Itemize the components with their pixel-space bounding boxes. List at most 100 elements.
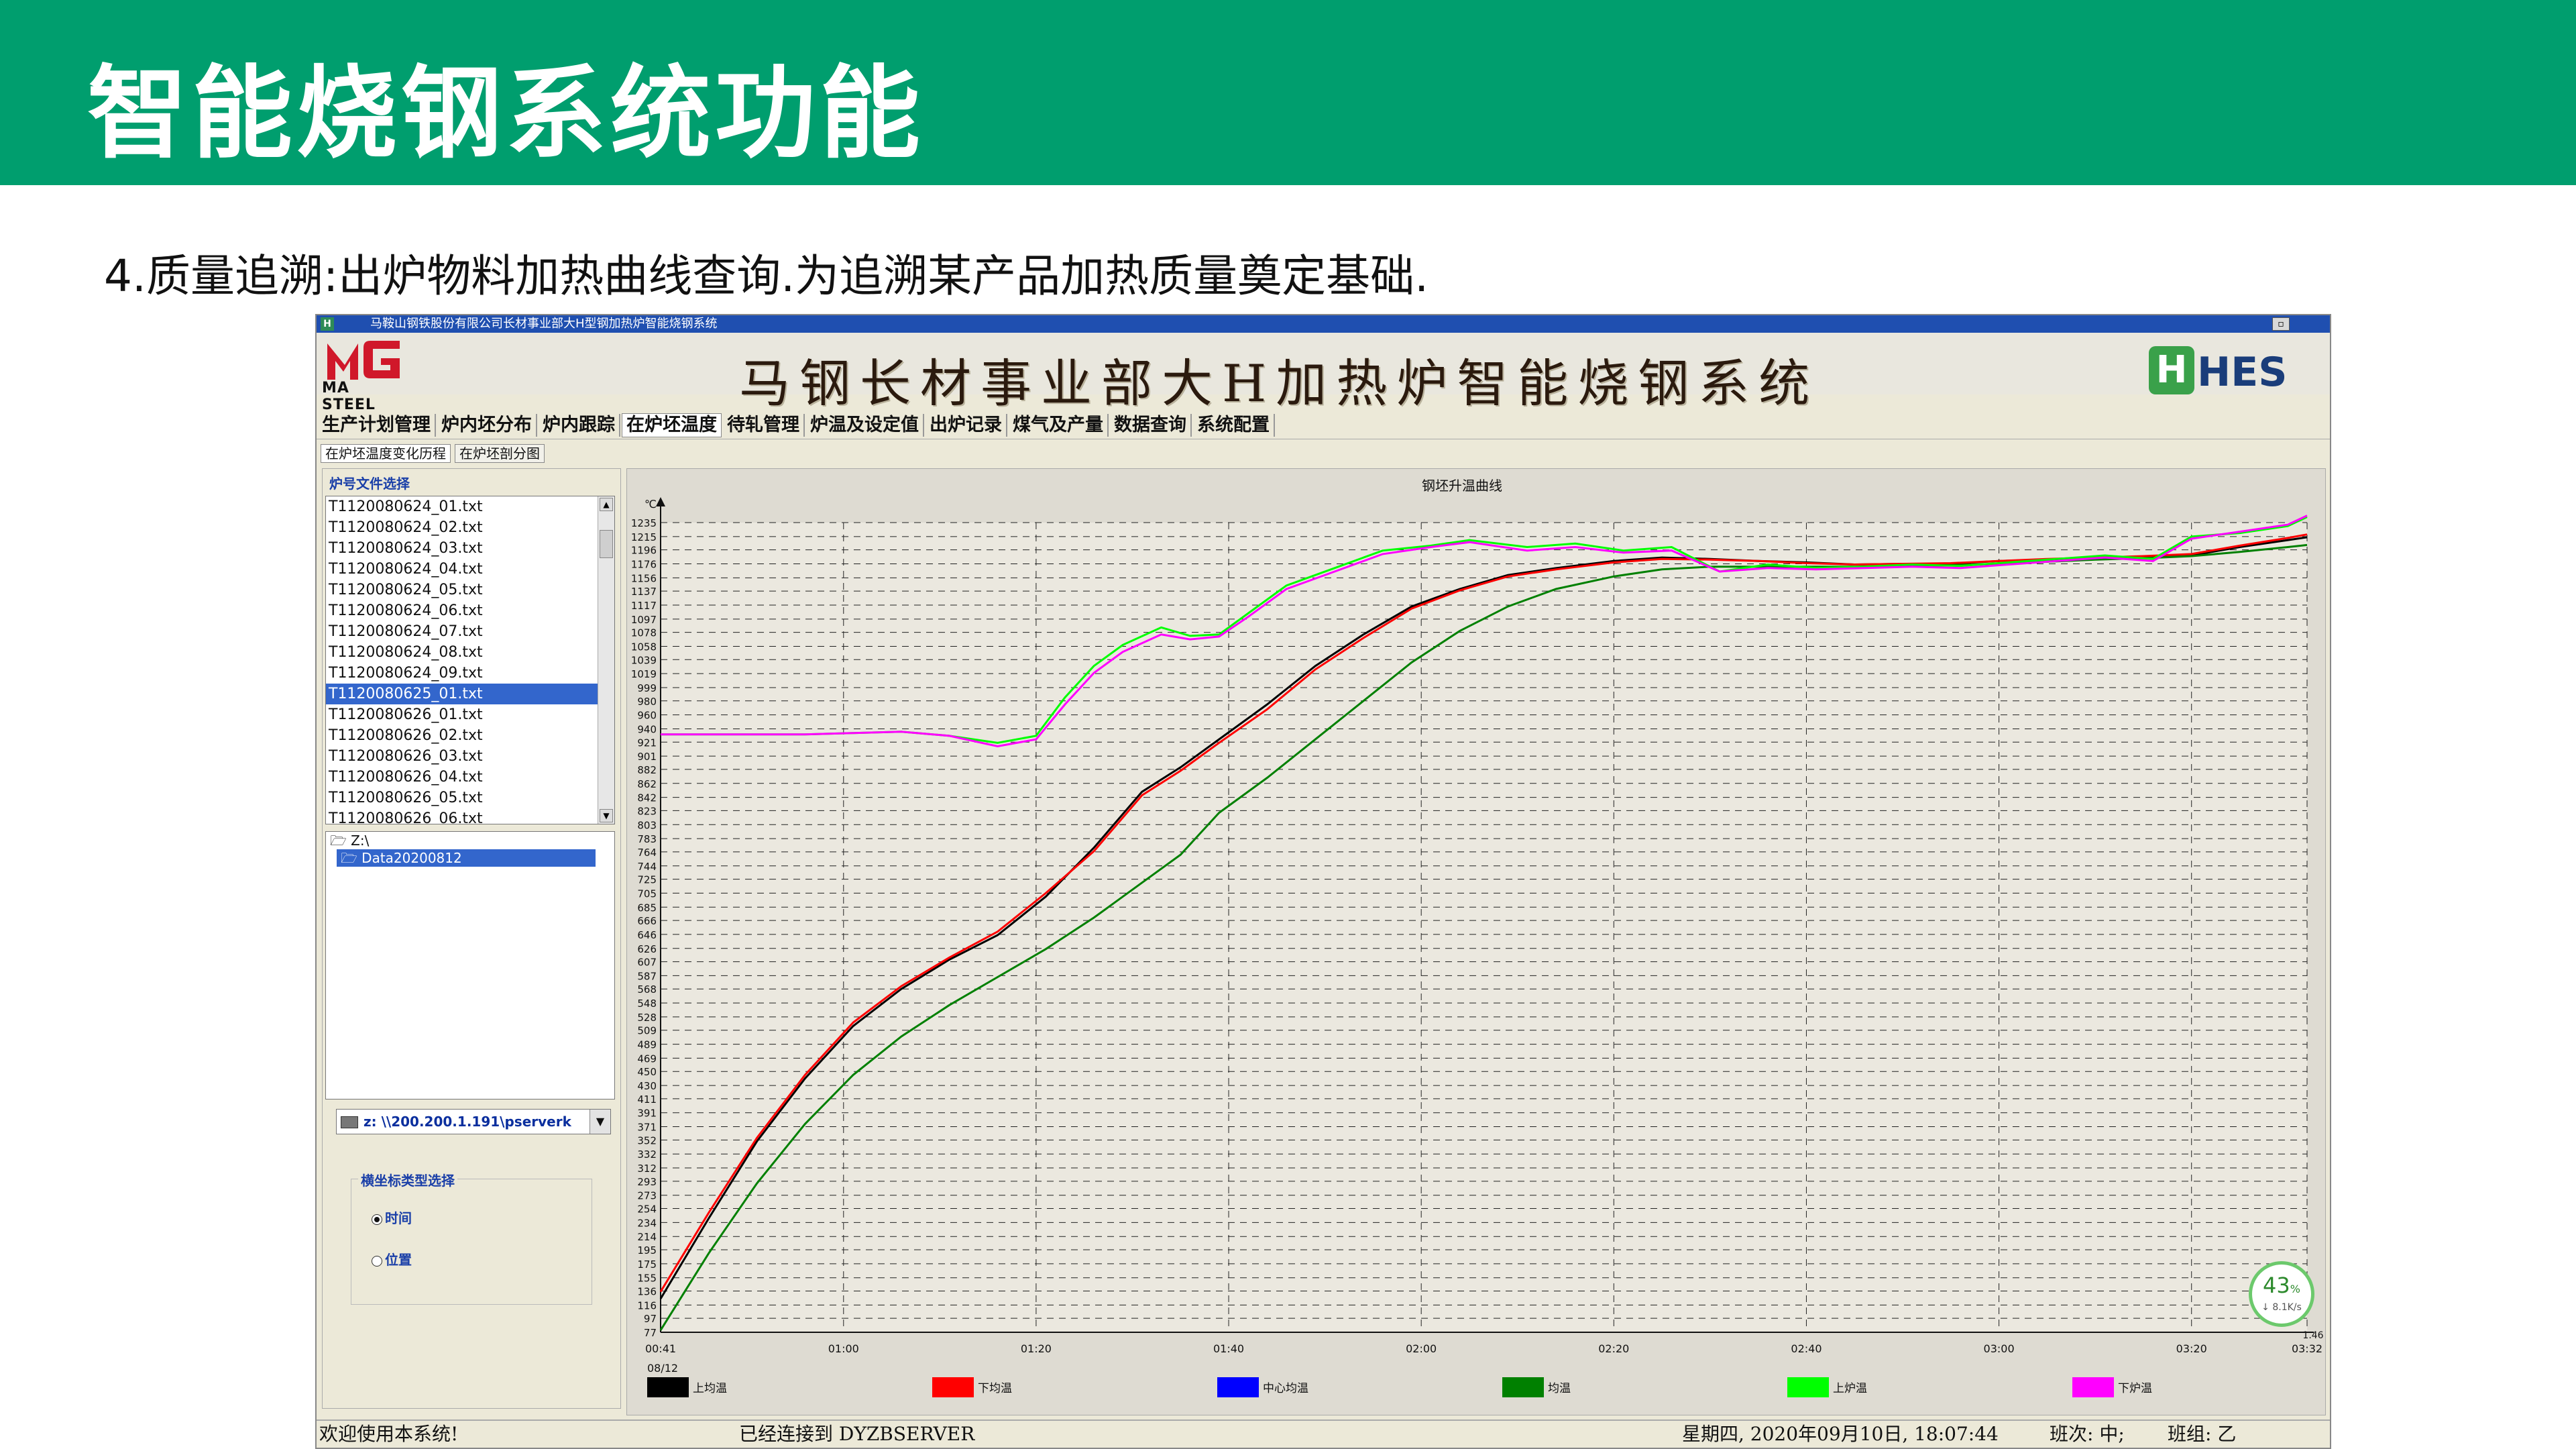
- list-item[interactable]: T1120080624_09.txt: [326, 663, 598, 684]
- y-tick-label: 528: [637, 1012, 657, 1024]
- network-drive-icon: [341, 1116, 358, 1128]
- legend-label: 下均温: [978, 1382, 1012, 1395]
- menu-rolling-wait[interactable]: 待轧管理: [723, 414, 805, 437]
- y-tick-label: 901: [637, 751, 657, 763]
- network-percent-value: 43: [2263, 1273, 2290, 1298]
- list-item[interactable]: T1120080626_05.txt: [326, 788, 598, 808]
- y-tick-label: 568: [637, 983, 657, 996]
- tab-temperature-history[interactable]: 在炉坯温度变化历程: [321, 444, 451, 463]
- menu-billet-temperature[interactable]: 在炉坯温度: [622, 413, 722, 437]
- drive-select[interactable]: z: \\200.200.1.191\pserverk ▼: [336, 1109, 611, 1134]
- temperature-chart: 钢坯升温曲线 ℃ 7797116136155175195214234254273…: [627, 469, 2325, 1415]
- x-tick-label: 03:00: [1984, 1342, 2015, 1355]
- folder-item-root[interactable]: 🗁 Z:\: [326, 832, 614, 849]
- status-shift: 班次: 中;: [2050, 1423, 2125, 1445]
- menu-discharge-records[interactable]: 出炉记录: [926, 414, 1007, 437]
- folder-open-icon: 🗁: [341, 850, 362, 866]
- chart-title: 钢坯升温曲线: [1422, 478, 1502, 494]
- menu-furnace-setpoints[interactable]: 炉温及设定值: [806, 414, 924, 437]
- y-tick-label: 1097: [631, 614, 657, 626]
- list-item[interactable]: T1120080626_04.txt: [326, 767, 598, 788]
- y-tick-label: 509: [637, 1025, 657, 1037]
- axis-type-group-title: 横坐标类型选择: [358, 1170, 457, 1189]
- folder-tree[interactable]: 🗁 Z:\ 🗁 Data20200812: [325, 831, 615, 1099]
- y-tick-label: 175: [637, 1258, 657, 1271]
- masteel-logo: MA STEEL: [322, 338, 402, 413]
- y-tick-label: 1156: [631, 572, 657, 584]
- y-tick-label: 195: [637, 1244, 657, 1256]
- network-speed-widget[interactable]: 43% ↓ 8.1K/s: [2249, 1261, 2314, 1327]
- app-header: MA STEEL 马钢长材事业部大H加热炉智能烧钢系统 H HES: [317, 333, 2330, 413]
- folder-item-selected[interactable]: 🗁 Data20200812: [337, 849, 596, 867]
- plot-area: [661, 523, 2307, 1332]
- legend-swatch: [1787, 1377, 1829, 1397]
- x-tick-label: 02:40: [1791, 1342, 1822, 1355]
- list-item[interactable]: T1120080624_08.txt: [326, 642, 598, 663]
- y-tick-label: 705: [637, 888, 657, 900]
- x-tick-label: 01:40: [1213, 1342, 1244, 1355]
- y-tick-label: 293: [637, 1176, 657, 1188]
- status-welcome: 欢迎使用本系统!: [319, 1423, 459, 1445]
- scroll-thumb[interactable]: [600, 530, 613, 558]
- radio-checked-icon: [372, 1214, 382, 1225]
- window-titlebar: H 马鞍山钢铁股份有限公司长材事业部大H型钢加热炉智能烧钢系统 ▫: [317, 315, 2330, 333]
- tab-billet-section[interactable]: 在炉坯剖分图: [455, 444, 545, 463]
- chart-corner-label: 1.46: [2302, 1330, 2323, 1341]
- legend-label: 上炉温: [1833, 1382, 1867, 1395]
- radio-position[interactable]: 位置: [372, 1249, 412, 1269]
- network-percent-unit: %: [2290, 1283, 2300, 1295]
- y-tick-label: 332: [637, 1148, 657, 1161]
- y-tick-label: 607: [637, 957, 657, 969]
- slide-subtitle: 4.质量追溯:出炉物料加热曲线查询.为追溯某产品加热质量奠定基础.: [104, 250, 1429, 302]
- y-tick-label: 548: [637, 998, 657, 1010]
- y-tick-label: 371: [637, 1122, 657, 1134]
- file-list-scrollbar[interactable]: ▲ ▼: [598, 496, 614, 824]
- file-list[interactable]: T1120080624_01.txt T1120080624_02.txt T1…: [325, 496, 615, 824]
- y-tick-label: 744: [637, 861, 657, 873]
- y-tick-label: 1235: [631, 517, 657, 529]
- menu-data-query[interactable]: 数据查询: [1110, 414, 1192, 437]
- y-tick-label: 1137: [631, 586, 657, 598]
- y-tick-label: 960: [637, 710, 657, 722]
- menu-system-config[interactable]: 系统配置: [1193, 414, 1275, 437]
- sub-tab-bar: 在炉坯温度变化历程 在炉坯剖分图: [317, 444, 2330, 464]
- y-tick-label: 1196: [631, 545, 657, 557]
- y-tick-label: 155: [637, 1273, 657, 1285]
- radio-unchecked-icon: [372, 1255, 382, 1267]
- chart-grid: [660, 522, 2308, 1333]
- list-item[interactable]: T1120080624_05.txt: [326, 580, 598, 600]
- chevron-down-icon[interactable]: ▼: [590, 1110, 610, 1134]
- list-item[interactable]: T1120080626_02.txt: [326, 725, 598, 746]
- list-item[interactable]: T1120080624_02.txt: [326, 517, 598, 538]
- list-item[interactable]: T1120080624_03.txt: [326, 538, 598, 559]
- y-tick-label: 587: [637, 970, 657, 982]
- y-tick-label: 666: [637, 915, 657, 927]
- list-item[interactable]: T1120080626_06.txt: [326, 808, 598, 824]
- menu-gas-output[interactable]: 煤气及产量: [1009, 414, 1109, 437]
- menu-billet-distribution[interactable]: 炉内坯分布: [437, 414, 537, 437]
- list-item[interactable]: T1120080626_01.txt: [326, 704, 598, 725]
- hes-logo: H HES: [2149, 346, 2310, 396]
- scroll-down-icon[interactable]: ▼: [600, 809, 613, 822]
- menu-furnace-tracking[interactable]: 炉内跟踪: [539, 414, 620, 437]
- window-restore-button[interactable]: ▫: [2272, 317, 2290, 331]
- legend-swatch: [1217, 1377, 1259, 1397]
- radio-time[interactable]: 时间: [372, 1208, 412, 1227]
- list-item[interactable]: T1120080624_07.txt: [326, 621, 598, 642]
- legend-label: 中心均温: [1263, 1382, 1308, 1395]
- x-tick-label: 01:00: [828, 1342, 859, 1355]
- status-bar: 欢迎使用本系统! 已经连接到 DYZBSERVER 星期四, 2020年09月1…: [317, 1419, 2330, 1448]
- list-item[interactable]: T1120080624_06.txt: [326, 600, 598, 621]
- menu-production-plan[interactable]: 生产计划管理: [318, 414, 436, 437]
- folder-open-icon: 🗁: [330, 833, 351, 849]
- list-item[interactable]: T1120080624_01.txt: [326, 496, 598, 517]
- list-item-selected[interactable]: T1120080625_01.txt: [326, 684, 598, 704]
- legend-swatch: [647, 1377, 689, 1397]
- y-tick-label: 234: [637, 1217, 657, 1229]
- list-item[interactable]: T1120080624_04.txt: [326, 559, 598, 580]
- y-tick-label: 1078: [631, 627, 657, 639]
- y-tick-label: 1039: [631, 654, 657, 666]
- list-item[interactable]: T1120080626_03.txt: [326, 746, 598, 767]
- app-icon: H: [321, 317, 334, 331]
- scroll-up-icon[interactable]: ▲: [600, 498, 613, 511]
